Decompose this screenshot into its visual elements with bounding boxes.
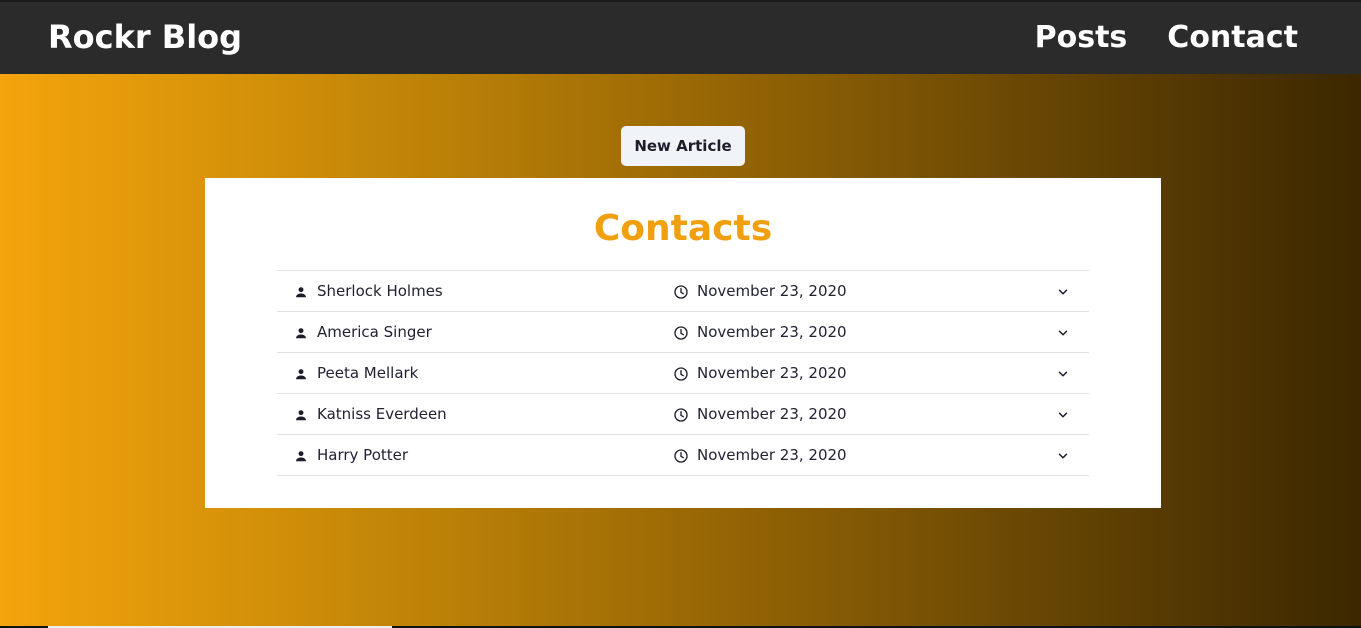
person-icon <box>296 410 306 421</box>
main-nav: Posts Contact <box>1035 20 1298 55</box>
contact-name: Katniss Everdeen <box>317 405 447 423</box>
person-icon <box>296 287 306 298</box>
clock-icon <box>674 408 688 422</box>
nav-contact-link[interactable]: Contact <box>1167 20 1298 55</box>
contacts-card: Contacts Sherlock Holmes November 23, 20… <box>205 178 1161 508</box>
contact-row[interactable]: Katniss Everdeen November 23, 2020 <box>277 394 1089 435</box>
contact-name: Harry Potter <box>317 446 409 464</box>
contact-row[interactable]: Peeta Mellark November 23, 2020 <box>277 353 1089 394</box>
chevron-down-icon[interactable] <box>1056 449 1070 463</box>
nav-posts-link[interactable]: Posts <box>1035 20 1128 55</box>
person-icon <box>296 451 306 462</box>
chevron-down-icon[interactable] <box>1056 408 1070 422</box>
clock-icon <box>674 367 688 381</box>
person-icon <box>296 328 306 339</box>
contact-name: Sherlock Holmes <box>317 282 443 300</box>
contact-date: November 23, 2020 <box>697 446 847 464</box>
clock-icon <box>674 449 688 463</box>
contacts-list: Sherlock Holmes November 23, 2020 Americ… <box>277 270 1089 476</box>
person-icon <box>296 369 306 380</box>
contact-row[interactable]: Sherlock Holmes November 23, 2020 <box>277 271 1089 312</box>
contact-date: November 23, 2020 <box>697 364 847 382</box>
contact-name: Peeta Mellark <box>317 364 419 382</box>
contact-name: America Singer <box>317 323 432 341</box>
chevron-down-icon[interactable] <box>1056 285 1070 299</box>
clock-icon <box>674 285 688 299</box>
top-navbar: Rockr Blog Posts Contact <box>0 0 1361 74</box>
contact-date: November 23, 2020 <box>697 405 847 423</box>
contact-row[interactable]: America Singer November 23, 2020 <box>277 312 1089 353</box>
clock-icon <box>674 326 688 340</box>
contact-row[interactable]: Harry Potter November 23, 2020 <box>277 435 1089 476</box>
chevron-down-icon[interactable] <box>1056 326 1070 340</box>
brand-logo[interactable]: Rockr Blog <box>48 18 242 56</box>
chevron-down-icon[interactable] <box>1056 367 1070 381</box>
contact-date: November 23, 2020 <box>697 323 847 341</box>
new-article-button[interactable]: New Article <box>621 126 745 166</box>
contacts-title: Contacts <box>593 208 773 249</box>
contact-date: November 23, 2020 <box>697 282 847 300</box>
